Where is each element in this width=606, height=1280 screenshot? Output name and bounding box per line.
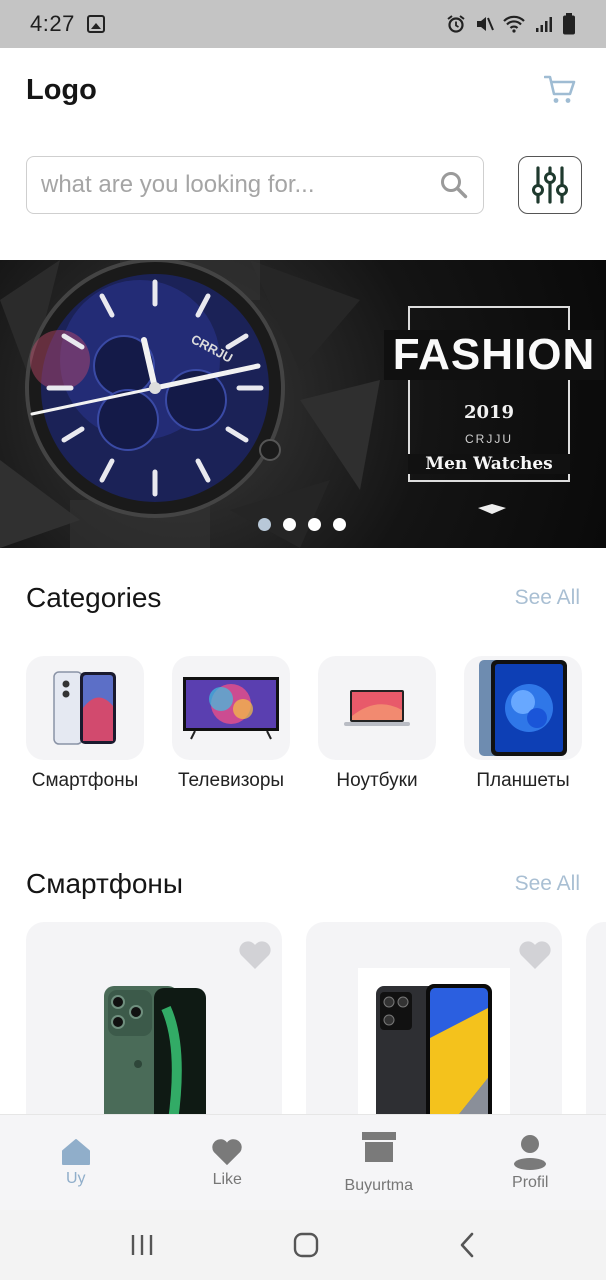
filter-sliders-icon: [532, 166, 568, 204]
search-icon[interactable]: [439, 170, 469, 200]
tv-icon: [183, 677, 279, 740]
banner-brand: CRJJU: [465, 432, 513, 446]
product-card[interactable]: [26, 922, 282, 1122]
status-icons: [446, 13, 576, 35]
search-box: [26, 156, 484, 214]
categories-see-all-link[interactable]: See All: [515, 586, 580, 610]
category-image: [26, 656, 144, 760]
box-icon: [361, 1131, 396, 1162]
laptop-icon: [344, 690, 410, 726]
category-label: Планшеты: [476, 770, 570, 791]
categories-list: Смартфоны Телевизоры Ноутбуки Планшеты: [26, 656, 582, 792]
home-button-icon[interactable]: [292, 1231, 320, 1259]
search-row: [26, 156, 582, 214]
smartphone-icon: [53, 671, 116, 745]
search-input[interactable]: [41, 171, 439, 199]
carousel-dots: [258, 518, 346, 531]
gallery-notification-icon: [86, 15, 105, 33]
smartphones-see-all-link[interactable]: See All: [515, 872, 580, 896]
product-carousel: [26, 922, 606, 1122]
home-icon: [61, 1138, 90, 1165]
app-header: Logo: [0, 48, 606, 132]
category-item-smartphones[interactable]: Смартфоны: [26, 656, 144, 792]
mute-icon: [477, 17, 494, 31]
carousel-dot-3[interactable]: [308, 518, 321, 531]
back-icon[interactable]: [457, 1231, 477, 1259]
system-navigation-bar: [0, 1210, 606, 1280]
wifi-icon: [503, 15, 525, 33]
carousel-dot-2[interactable]: [283, 518, 296, 531]
cart-button[interactable]: [540, 70, 580, 110]
nav-label: Uy: [65, 1169, 86, 1187]
bottom-navigation: Uy Like Buyurtma Profil: [0, 1114, 606, 1210]
user-icon: [514, 1134, 547, 1170]
nav-label: Like: [212, 1170, 242, 1188]
nav-label: Profil: [512, 1173, 549, 1191]
nav-item-home[interactable]: Uy: [0, 1115, 152, 1210]
cart-icon: [544, 75, 576, 103]
iphone-green-image: [104, 986, 206, 1122]
categories-header: Categories See All: [26, 582, 580, 614]
status-bar: 4:27: [0, 0, 606, 48]
banner-subtitle: Men Watches: [408, 454, 570, 474]
logo: Logo: [26, 73, 97, 106]
smartphones-title: Смартфоны: [26, 868, 184, 899]
smartphones-header: Смартфоны See All: [26, 868, 580, 900]
category-image: [172, 656, 290, 760]
banner-headline: FASHION: [384, 330, 604, 380]
heart-icon: [519, 941, 551, 969]
nav-item-orders[interactable]: Buyurtma: [303, 1115, 455, 1210]
status-time: 4:27: [30, 11, 75, 36]
nav-item-like[interactable]: Like: [152, 1115, 304, 1210]
recents-icon[interactable]: [129, 1233, 155, 1257]
category-item-laptops[interactable]: Ноутбуки: [318, 656, 436, 792]
signal-icon: [536, 17, 552, 32]
category-item-tablets[interactable]: Планшеты: [464, 656, 582, 792]
category-image: [318, 656, 436, 760]
product-card-partial[interactable]: [586, 922, 606, 1122]
product-image: [26, 968, 282, 1122]
promo-banner[interactable]: CRRJU FASHION 2019 CRJJU Men Watches: [0, 260, 606, 548]
category-item-tvs[interactable]: Телевизоры: [172, 656, 290, 792]
product-card[interactable]: [306, 922, 562, 1122]
heart-icon: [212, 1138, 242, 1165]
alarm-icon: [447, 15, 465, 33]
carousel-dot-1[interactable]: [258, 518, 271, 531]
category-label: Смартфоны: [31, 770, 139, 791]
poco-phone-image: [358, 968, 510, 1122]
app-screen: 4:27 Logo what are you looking for... CR…: [0, 0, 606, 1280]
category-image: [464, 656, 582, 760]
carousel-dot-4[interactable]: [333, 518, 346, 531]
filter-button[interactable]: [518, 156, 582, 214]
tablet-icon: [479, 660, 567, 756]
category-label: Ноутбуки: [336, 770, 418, 791]
category-label: Телевизоры: [177, 770, 285, 791]
categories-title: Categories: [26, 582, 162, 613]
battery-icon: [563, 13, 575, 35]
nav-item-profile[interactable]: Profil: [455, 1115, 606, 1210]
product-image: [306, 968, 562, 1122]
banner-year: 2019: [463, 402, 515, 423]
nav-label: Buyurtma: [344, 1176, 413, 1194]
heart-icon: [239, 941, 271, 969]
